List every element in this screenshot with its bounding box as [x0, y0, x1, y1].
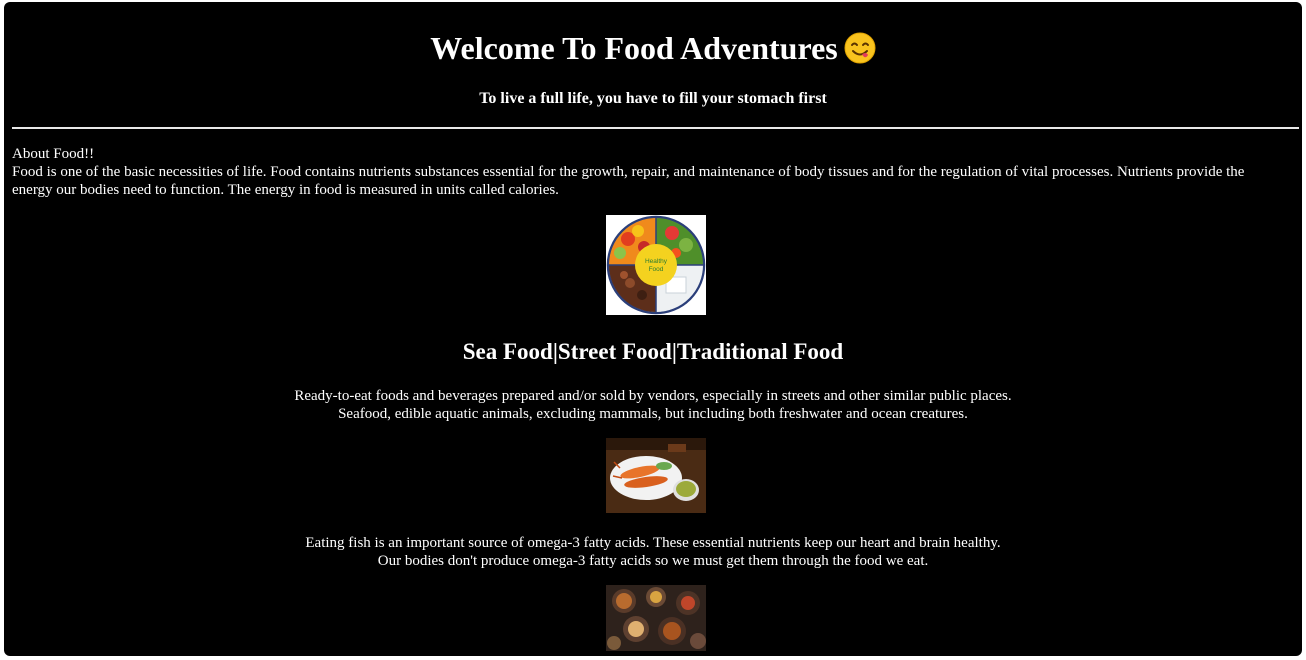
page-container: Welcome To Food Adventures To live a ful…	[4, 2, 1302, 656]
page-tagline: To live a full life, you have to fill yo…	[479, 90, 827, 107]
page-title-text: Welcome To Food Adventures	[430, 30, 838, 66]
street-seafood-description: Ready-to-eat foods and beverages prepare…	[4, 387, 1302, 423]
omega3-description: Eating fish is an important source of om…	[4, 534, 1302, 570]
plate-label-healthy: Healthy	[645, 258, 668, 265]
healthy-food-plate-image: Healthy Food	[606, 215, 706, 315]
street-food-text: Ready-to-eat foods and beverages prepare…	[294, 388, 1012, 404]
divider	[12, 127, 1299, 129]
street-food-spread-image	[606, 585, 706, 651]
about-section: About Food!! Food is one of the basic ne…	[12, 145, 1274, 199]
omega3-text-line-1: Eating fish is an important source of om…	[305, 535, 1001, 551]
about-text: Food is one of the basic necessities of …	[12, 164, 1245, 198]
plate-label-food: Food	[649, 266, 664, 273]
about-heading: About Food!!	[12, 146, 95, 162]
seafood-plate-image	[606, 438, 706, 513]
section-title: Sea Food|Street Food|Traditional Food	[462, 339, 844, 364]
savoring-food-face-icon	[844, 32, 876, 64]
page-title: Welcome To Food Adventures	[4, 30, 1302, 66]
omega3-text-line-2: Our bodies don't produce omega-3 fatty a…	[377, 553, 929, 569]
seafood-text: Seafood, edible aquatic animals, excludi…	[338, 406, 968, 422]
